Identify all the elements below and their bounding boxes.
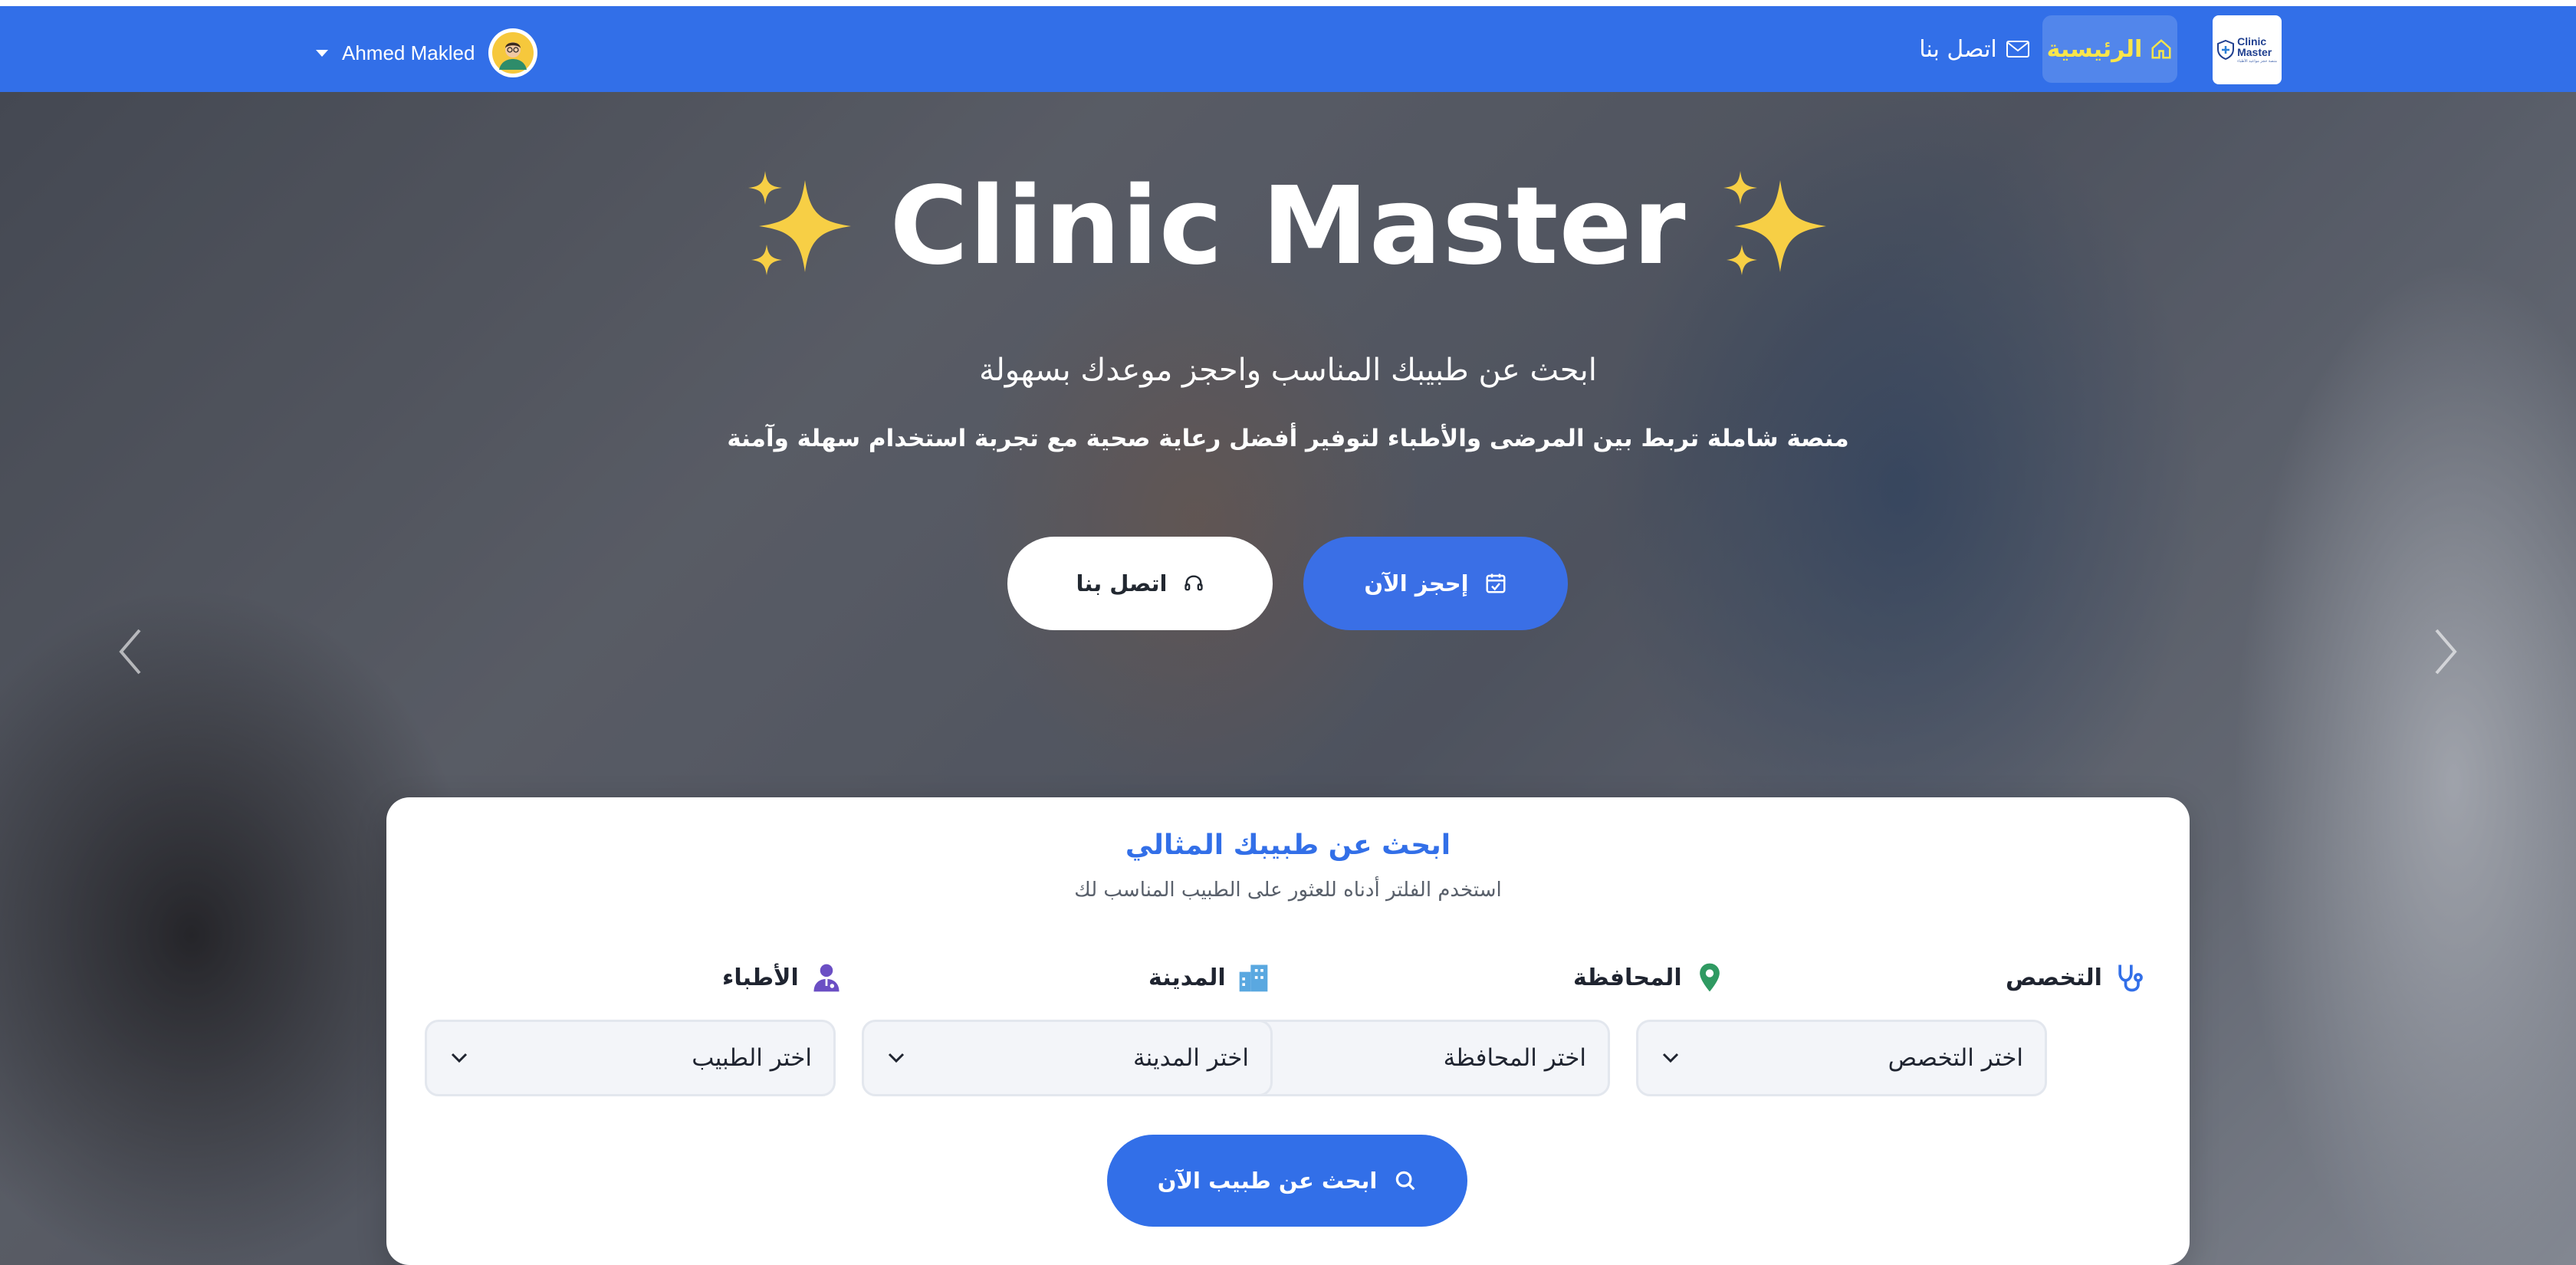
top-border [0,0,2576,6]
hero-title: Clinic Master [0,161,2576,291]
specialty-label-text: التخصص [2006,964,2102,991]
carousel-prev-button[interactable] [107,613,153,690]
sparkles-icon [748,171,852,275]
hero-title-text: Clinic Master [889,163,1687,289]
specialty-select-value: اختر التخصص [1888,1044,2023,1072]
city-label-text: المدينة [1148,964,1226,991]
sparkles-icon [1723,171,1826,275]
governorate-select-value: اختر المحافظة [1443,1044,1586,1072]
hero-carousel: Clinic Master ابحث عن طبيبك المناسب واحج… [0,92,2576,1265]
hero-description: منصة شاملة تربط بين المرضى والأطباء لتوف… [727,425,1849,452]
search-card-title: ابحث عن طبيبك المثالي [1125,830,1451,861]
city-select-value: اختر المدينة [1133,1044,1249,1072]
search-doctor-button[interactable]: ابحث عن طبيب الآن [1107,1135,1467,1227]
city-label: المدينة [1148,958,1283,997]
doctor-select-value: اختر الطبيب [692,1044,812,1072]
map-pin-icon [1699,963,1720,992]
specialty-select[interactable]: اختر التخصص [1636,1020,2047,1096]
doctor-label-text: الأطباء [722,964,799,991]
logo-text-line1: Clinic [2237,35,2267,48]
stethoscope-icon [2118,964,2143,992]
nav-contact-label: اتصل بنا [1919,35,1997,63]
logo[interactable]: Clinic Master منصة حجز مواعيد الأطباء [2213,15,2282,84]
specialty-label: التخصص [2006,958,2156,997]
headset-icon [1184,575,1203,591]
calendar-check-icon [1486,573,1506,593]
chevron-left-icon [119,629,141,675]
governorate-label: المحافظة [1573,958,1742,997]
city-select[interactable]: اختر المدينة [862,1020,1273,1096]
shield-logo-icon [2217,40,2235,60]
doctor-icon [813,964,840,992]
nav-home-link[interactable]: الرئيسية [2042,15,2177,83]
logo-tagline: منصة حجز مواعيد الأطباء [2237,59,2277,64]
chevron-down-icon [451,1053,468,1063]
doctor-search-card: ابحث عن طبيبك المثالي استخدم الفلتر أدنا… [386,797,2190,1265]
user-name: Ahmed Makled [342,41,475,64]
user-menu[interactable]: Ahmed Makled [316,28,550,78]
logo-text-line2: Master [2237,46,2272,58]
book-now-label: إحجز الآن [1364,570,1469,596]
contact-us-label: اتصل بنا [1076,570,1168,596]
book-now-button[interactable]: إحجز الآن [1303,537,1568,630]
hero-subtitle: ابحث عن طبيبك المناسب واحجز موعدك بسهولة [979,353,1597,388]
navbar: Clinic Master منصة حجز مواعيد الأطباء ال… [0,6,2576,92]
chevron-down-icon [1662,1053,1679,1063]
caret-down-icon [316,49,328,57]
chevron-right-icon [2435,629,2457,675]
carousel-next-button[interactable] [2423,613,2469,690]
governorate-label-text: المحافظة [1573,964,1682,991]
chevron-down-icon [888,1053,905,1063]
doctor-label: الأطباء [722,958,845,997]
nav-home-label: الرئيسية [2046,35,2143,63]
user-avatar-icon [492,32,534,74]
contact-us-button[interactable]: اتصل بنا [1007,537,1273,630]
nav-contact-link[interactable]: اتصل بنا [1917,25,2032,74]
city-icon [1239,964,1268,992]
search-card-subtitle: استخدم الفلتر أدناه للعثور على الطبيب ال… [1074,879,1502,902]
search-doctor-label: ابحث عن طبيب الآن [1157,1168,1378,1194]
mail-icon [2006,41,2029,58]
avatar [488,28,538,77]
doctor-select[interactable]: اختر الطبيب [425,1020,836,1096]
search-icon [1396,1171,1415,1191]
home-icon [2151,39,2171,59]
